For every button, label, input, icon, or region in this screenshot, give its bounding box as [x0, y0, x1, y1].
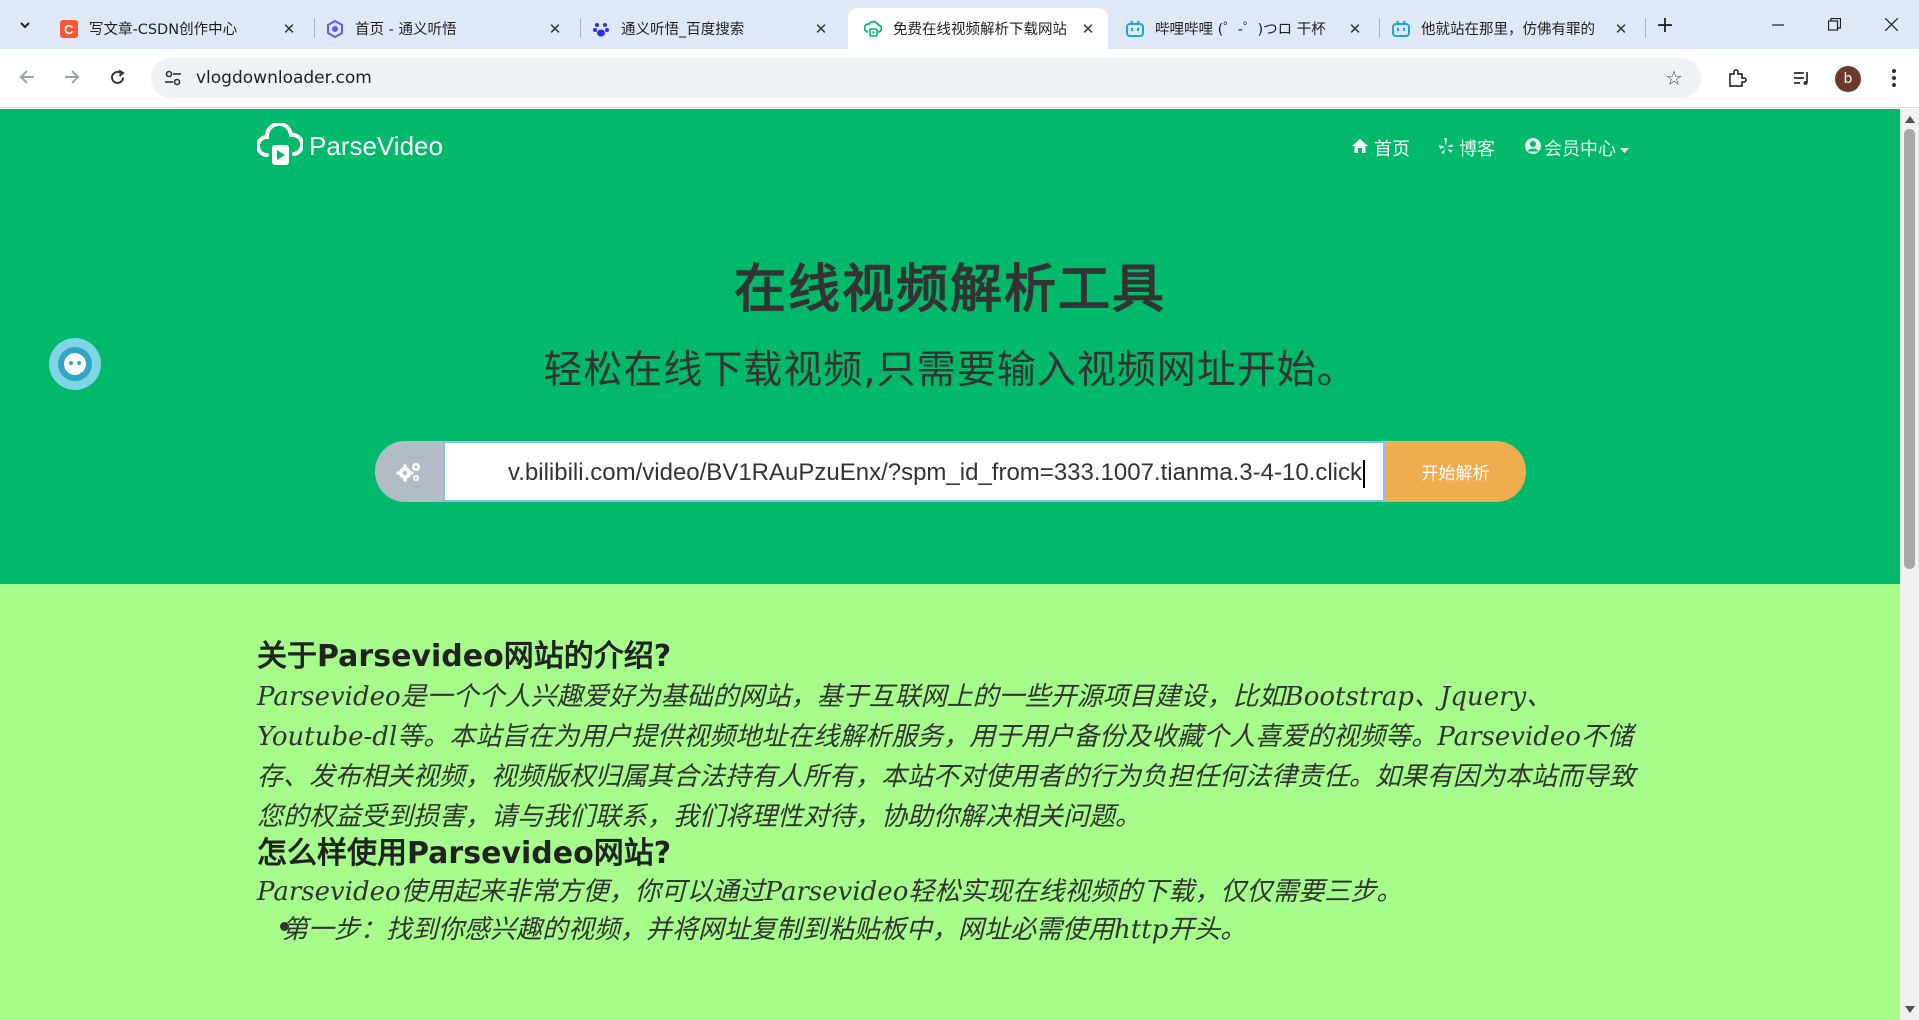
tab-title: 他就站在那里，仿佛有罪的 [1421, 22, 1595, 38]
browser-menu-icon[interactable] [1878, 62, 1910, 94]
howto-paragraph: Parsevideo使用起来非常方便，你可以通过Parsevideo轻松实现在线… [257, 877, 1403, 907]
tab-title: 免费在线视频解析下载网站 [893, 22, 1067, 38]
settings-cogs-icon[interactable] [375, 441, 443, 502]
url-text: vlogdownloader.com [196, 68, 372, 88]
page-scrollbar[interactable] [1900, 109, 1919, 1020]
tongyi-icon [326, 19, 344, 38]
nav-blog[interactable]: 博客 [1438, 135, 1495, 161]
tab-search-chevron-icon[interactable] [11, 11, 39, 39]
address-bar[interactable]: vlogdownloader.com ☆ [151, 58, 1701, 98]
tab-title: 首页 - 通义听悟 [355, 22, 457, 38]
forward-arrow-icon[interactable] [56, 61, 88, 93]
floating-chat-icon[interactable] [49, 338, 101, 390]
nav-member-label: 会员中心 [1544, 139, 1616, 160]
brand-logo[interactable]: ParseVideo [257, 123, 443, 169]
scrollbar-thumb[interactable] [1904, 129, 1915, 569]
content-section: 关于Parsevideo网站的介绍? Parsevideo是一个个人兴趣爱好为基… [0, 584, 1900, 1020]
bookmark-star-icon[interactable]: ☆ [1661, 65, 1687, 91]
tab-title: 写文章-CSDN创作中心 [89, 22, 238, 38]
brand-name: ParseVideo [309, 130, 443, 161]
start-parse-button[interactable]: 开始解析 [1385, 441, 1526, 502]
close-tab-icon[interactable]: ✕ [279, 19, 299, 39]
video-url-input[interactable]: v.bilibili.com/video/BV1RAuPzuEnx/?spm_i… [443, 441, 1385, 502]
close-tab-icon[interactable]: ✕ [545, 19, 565, 39]
nav-member-center[interactable]: 会员中心 [1524, 135, 1629, 161]
howto-heading: 怎么样使用Parsevideo网站? [257, 836, 672, 871]
restore-icon[interactable] [1806, 0, 1862, 49]
new-tab-plus-icon[interactable]: + [1651, 11, 1679, 39]
tab-strip: C 写文章-CSDN创作中心 ✕ 首页 - 通义听悟 ✕ 通义听悟_百度搜索 ✕… [0, 0, 1919, 49]
scroll-down-arrow-icon[interactable] [1905, 1006, 1915, 1013]
tab-bilibili-home[interactable]: 哔哩哔哩 (゜-゜)つロ 干杯 ✕ [1110, 8, 1375, 49]
tab-baidu[interactable]: 通义听悟_百度搜索 ✕ [576, 8, 841, 49]
reload-icon[interactable] [101, 61, 133, 93]
nav-home[interactable]: 首页 [1351, 135, 1410, 161]
csdn-icon: C [60, 19, 78, 38]
tab-csdn[interactable]: C 写文章-CSDN创作中心 ✕ [44, 8, 309, 49]
parsevideo-icon [864, 20, 882, 38]
tab-bilibili-video[interactable]: 他就站在那里，仿佛有罪的 ✕ [1376, 8, 1641, 49]
tab-parsevideo[interactable]: 免费在线视频解析下载网站 ✕ [848, 8, 1108, 49]
tab-divider [1645, 18, 1646, 38]
svg-text:C: C [64, 22, 74, 37]
tab-title: 哔哩哔哩 (゜-゜)つロ 干杯 [1155, 22, 1326, 38]
hero-section: ParseVideo 首页 博客 会员中心 在线视频解析工具 轻松在线下载视频,… [0, 109, 1900, 584]
minimize-icon[interactable] [1750, 0, 1806, 49]
browser-toolbar: vlogdownloader.com ☆ [0, 49, 1919, 108]
close-tab-icon[interactable]: ✕ [1345, 19, 1365, 39]
home-icon [1351, 138, 1369, 159]
back-arrow-icon[interactable] [11, 61, 43, 93]
user-circle-icon [1524, 137, 1542, 160]
caret-down-icon [1620, 138, 1629, 159]
tab-title: 通义听悟_百度搜索 [621, 22, 745, 38]
tab-tongyi[interactable]: 首页 - 通义听悟 ✕ [310, 8, 575, 49]
close-tab-icon[interactable]: ✕ [1078, 19, 1098, 39]
extensions-puzzle-icon[interactable] [1721, 62, 1753, 94]
close-window-icon[interactable] [1863, 0, 1919, 49]
page-viewport: ParseVideo 首页 博客 会员中心 在线视频解析工具 轻松在线下载视频,… [0, 109, 1900, 1020]
step-one: 第一步：找到你感兴趣的视频，并将网址复制到粘贴板中，网址必需使用http开头。 [282, 915, 1247, 945]
nav-blog-label: 博客 [1459, 139, 1495, 160]
about-paragraph: Parsevideo是一个个人兴趣爱好为基础的网站，基于互联网上的一些开源项目建… [257, 682, 1636, 832]
cloud-play-icon [257, 123, 303, 165]
nav-home-label: 首页 [1374, 139, 1410, 160]
bilibili-icon [1126, 19, 1144, 38]
media-queue-icon[interactable] [1786, 62, 1818, 94]
close-tab-icon[interactable]: ✕ [811, 19, 831, 39]
about-heading: 关于Parsevideo网站的介绍? [257, 639, 672, 674]
scroll-up-arrow-icon[interactable] [1905, 116, 1915, 123]
video-url-value: v.bilibili.com/video/BV1RAuPzuEnx/?spm_i… [508, 459, 1362, 486]
parse-form: v.bilibili.com/video/BV1RAuPzuEnx/?spm_i… [375, 441, 1526, 502]
yelp-icon [1438, 137, 1454, 160]
profile-avatar[interactable]: b [1835, 66, 1861, 92]
text-caret [1363, 459, 1365, 488]
site-settings-icon[interactable] [161, 66, 185, 90]
bilibili-icon [1392, 19, 1410, 38]
baidu-paw-icon [592, 20, 610, 38]
close-tab-icon[interactable]: ✕ [1611, 19, 1631, 39]
hero-subtitle: 轻松在线下载视频,只需要输入视频网址开始。 [543, 348, 1357, 393]
hero-title: 在线视频解析工具 [733, 260, 1166, 320]
